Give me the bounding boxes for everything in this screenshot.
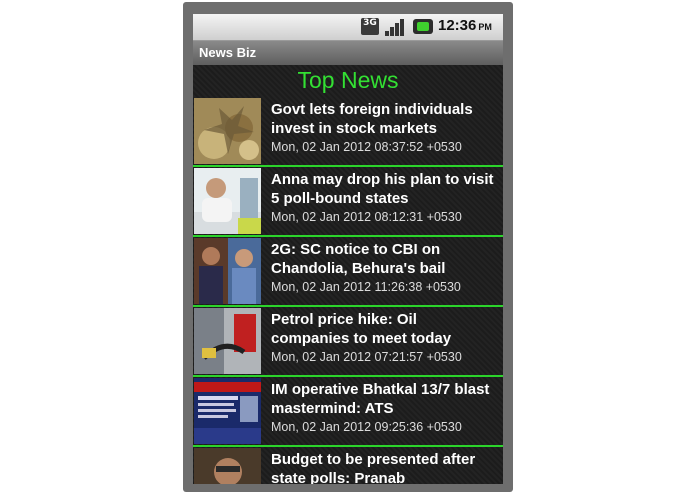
news-item[interactable]: IM operative Bhatkal 13/7 blast mastermi… xyxy=(193,377,503,447)
signal-bar xyxy=(395,23,399,36)
clock-time: 12:36 xyxy=(438,17,477,34)
news-content[interactable]: Top News Govt lets foreign individuals i… xyxy=(193,65,503,484)
signal-bar xyxy=(385,31,389,36)
signal-icon xyxy=(385,18,405,36)
news-thumbnail xyxy=(194,168,261,234)
battery-icon xyxy=(413,19,433,34)
news-headline: 2G: SC notice to CBI on Chandolia, Behur… xyxy=(271,241,446,277)
network-type-label: 3G xyxy=(363,18,377,28)
news-date: Mon, 02 Jan 2012 09:25:36 +0530 xyxy=(271,420,462,434)
news-headline: Anna may drop his plan to visit 5 poll-b… xyxy=(271,171,494,207)
clock-ampm: PM xyxy=(478,22,492,32)
news-item[interactable]: 2G: SC notice to CBI on Chandolia, Behur… xyxy=(193,237,503,307)
news-date: Mon, 02 Jan 2012 07:21:57 +0530 xyxy=(271,350,462,364)
news-headline: IM operative Bhatkal 13/7 blast mastermi… xyxy=(271,381,490,417)
phone-screen: 3G 12:36 PM News Biz Top News Govt lets … xyxy=(193,14,503,484)
news-thumbnail xyxy=(194,98,261,164)
clock: 12:36 PM xyxy=(438,17,492,34)
news-headline: Govt lets foreign individuals invest in … xyxy=(271,101,473,137)
signal-bar xyxy=(400,19,404,36)
news-item[interactable]: Govt lets foreign individuals invest in … xyxy=(193,97,503,167)
status-bar: 3G 12:36 PM xyxy=(193,14,503,41)
news-thumbnail xyxy=(194,308,261,374)
news-date: Mon, 02 Jan 2012 08:37:52 +0530 xyxy=(271,140,462,154)
signal-bar xyxy=(390,27,394,36)
app-title-bar: News Biz xyxy=(193,41,503,65)
news-thumbnail xyxy=(194,238,261,304)
app-title: News Biz xyxy=(199,45,257,60)
news-headline: Petrol price hike: Oil companies to meet… xyxy=(271,311,452,347)
section-heading: Top News xyxy=(297,67,399,93)
news-date: Mon, 02 Jan 2012 08:12:31 +0530 xyxy=(271,210,462,224)
news-date: Mon, 02 Jan 2012 11:26:38 +0530 xyxy=(271,280,461,294)
3g-icon: 3G xyxy=(361,18,379,35)
news-item[interactable]: Budget to be presented after state polls… xyxy=(193,447,503,484)
news-item[interactable]: Anna may drop his plan to visit 5 poll-b… xyxy=(193,167,503,237)
news-thumbnail xyxy=(194,448,261,484)
news-list: Govt lets foreign individuals invest in … xyxy=(193,97,503,484)
news-thumbnail xyxy=(194,378,261,444)
news-headline: Budget to be presented after state polls… xyxy=(271,451,476,484)
news-item[interactable]: Petrol price hike: Oil companies to meet… xyxy=(193,307,503,377)
